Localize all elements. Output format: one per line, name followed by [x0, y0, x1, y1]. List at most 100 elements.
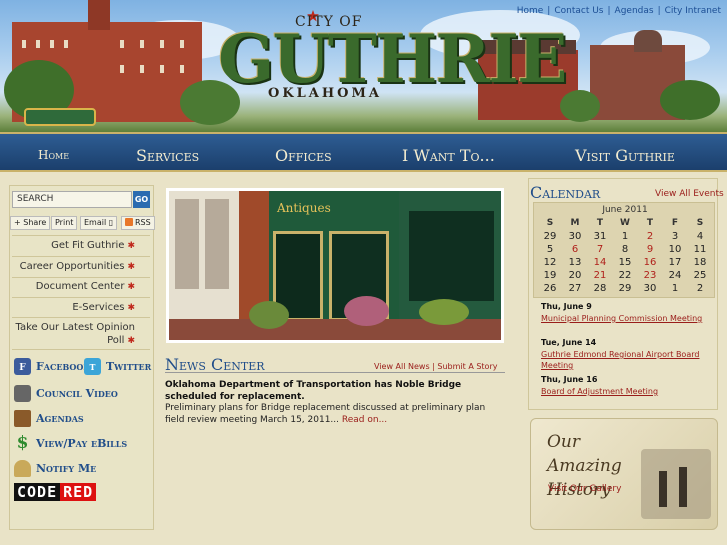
- calendar-day: 31: [593, 231, 607, 242]
- calendar-day: 30: [643, 283, 657, 294]
- calendar-event-day[interactable]: 7: [587, 244, 613, 255]
- calendar-day-header: M: [570, 218, 580, 228]
- calendar-day: 27: [568, 283, 582, 294]
- calendar-event-day[interactable]: 14: [587, 257, 613, 268]
- calendar-event-day[interactable]: 21: [587, 270, 613, 281]
- event-link[interactable]: Board of Adjustment Meeting: [541, 386, 706, 397]
- notify-me-link[interactable]: Notify Me: [14, 460, 96, 478]
- share-button[interactable]: + Share: [10, 216, 51, 230]
- event-date: Tue, June 14: [541, 338, 597, 347]
- calendar-day: 1: [621, 231, 629, 242]
- plus-icon: +: [14, 218, 24, 227]
- video-camera-icon: [14, 385, 31, 402]
- calendar-day: 15: [618, 257, 632, 268]
- calendar-day: 25: [693, 270, 707, 281]
- news-headline[interactable]: Oklahoma Department of Transportation ha…: [165, 379, 505, 403]
- star-icon: ✱: [127, 241, 135, 251]
- agendas-link[interactable]: Agendas: [615, 6, 654, 16]
- view-all-news-link[interactable]: View All News: [374, 362, 430, 371]
- main-nav: Home Services Offices I Want To... Visit…: [0, 132, 727, 172]
- news-links: View All News | Submit A Story: [374, 362, 498, 371]
- email-button[interactable]: Email ▯: [80, 216, 118, 230]
- news-body: Preliminary plans for Bridge replacement…: [165, 403, 486, 425]
- calendar-event-day[interactable]: 6: [562, 244, 588, 255]
- calendar-day: 4: [696, 231, 704, 242]
- submit-story-link[interactable]: Submit A Story: [437, 362, 497, 371]
- calendar-day: 12: [543, 257, 557, 268]
- facebook-icon: f: [14, 358, 31, 375]
- contact-us-link[interactable]: Contact Us: [554, 6, 603, 16]
- logo-state-text: OKLAHOMA: [268, 86, 382, 101]
- side-link-careers[interactable]: Career Opportunities ✱: [20, 261, 135, 272]
- side-link-document-center[interactable]: Document Center ✱: [36, 281, 135, 292]
- calendar-day: 17: [668, 257, 682, 268]
- codered-link[interactable]: CODE RED: [14, 483, 144, 501]
- nav-i-want-to[interactable]: I Want To...: [402, 146, 495, 165]
- rss-button[interactable]: RSS: [121, 216, 155, 230]
- event-date: Thu, June 16: [541, 375, 598, 384]
- calendar-day: 2: [696, 283, 704, 294]
- calendar-event-day[interactable]: 9: [637, 244, 663, 255]
- city-intranet-link[interactable]: City Intranet: [665, 6, 721, 16]
- calendar-day: 30: [568, 231, 582, 242]
- calendar-day: 11: [693, 244, 707, 255]
- facebook-link[interactable]: f Facebook: [14, 358, 90, 376]
- twitter-link[interactable]: t Twitter: [84, 358, 151, 376]
- utility-links: Home | Contact Us | Agendas | City Intranet: [516, 6, 721, 16]
- event-link[interactable]: Municipal Planning Commission Meeting: [541, 313, 706, 324]
- envelope-icon: ▯: [108, 218, 114, 227]
- twitter-icon: t: [84, 358, 101, 375]
- calendar-day: 3: [671, 231, 679, 242]
- calendar-event-day[interactable]: 2: [637, 231, 663, 242]
- side-link-e-services[interactable]: E-Services ✱: [72, 302, 135, 313]
- calendar-day: 13: [568, 257, 582, 268]
- calendar-day: 28: [593, 283, 607, 294]
- calendar-day: 8: [621, 244, 629, 255]
- view-pay-ebills-link[interactable]: $ View/Pay eBills: [14, 433, 128, 453]
- council-video-link[interactable]: Council Video: [14, 385, 118, 403]
- star-icon: ✱: [127, 262, 135, 272]
- home-link[interactable]: Home: [517, 6, 544, 16]
- search-go-button[interactable]: GO: [133, 191, 150, 208]
- calendar-day-header: S: [696, 218, 704, 228]
- print-button[interactable]: Print: [51, 216, 78, 230]
- calendar-day: 19: [543, 270, 557, 281]
- featured-photo: Antiques: [166, 188, 504, 343]
- calendar-heading: Calendar: [530, 183, 601, 202]
- star-icon: ✱: [127, 303, 135, 313]
- calendar-day: 26: [543, 283, 557, 294]
- calendar-month: June 2011: [602, 205, 648, 215]
- calendar-day: 24: [668, 270, 682, 281]
- calendar-day-header: F: [671, 218, 679, 228]
- agendas-quick-link[interactable]: Agendas: [14, 410, 84, 428]
- side-link-get-fit[interactable]: Get Fit Guthrie ✱: [51, 240, 135, 251]
- calendar-event-day[interactable]: 23: [637, 270, 663, 281]
- search-input[interactable]: SEARCH: [12, 191, 132, 208]
- calendar-day-header: S: [546, 218, 554, 228]
- calendar-day: 20: [568, 270, 582, 281]
- calendar-day: 29: [543, 231, 557, 242]
- read-on-link[interactable]: Read on...: [342, 415, 387, 425]
- nav-visit-guthrie[interactable]: Visit Guthrie: [575, 146, 675, 165]
- gavel-icon: [14, 410, 31, 427]
- nav-services[interactable]: Services: [136, 146, 199, 165]
- view-all-events-link[interactable]: View All Events: [655, 189, 724, 199]
- event-link[interactable]: Guthrie Edmond Regional Airport Board Me…: [541, 349, 706, 371]
- calendar-day-header: T: [646, 218, 654, 228]
- side-link-opinion-poll[interactable]: Take Our Latest Opinion Poll ✱: [16, 321, 136, 348]
- dollar-icon: $: [16, 433, 29, 453]
- calendar-grid: June 2011 S M T W T F S 29 30 31 1 2 3 4 5 6 7 8 9 10 11 12 13…: [533, 202, 715, 298]
- calendar-day: 5: [546, 244, 554, 255]
- visit-gallery-link[interactable]: Visit Our Gallery: [548, 484, 621, 494]
- antiques-sign: Antiques: [277, 201, 331, 215]
- nav-offices[interactable]: Offices: [275, 146, 332, 165]
- calendar-day: 22: [618, 270, 632, 281]
- calendar-event-day[interactable]: 16: [637, 257, 663, 268]
- calendar-day-header: W: [620, 218, 630, 228]
- nav-home[interactable]: Home: [38, 148, 69, 162]
- calendar-day: 18: [693, 257, 707, 268]
- event-date: Thu, June 9: [541, 302, 592, 311]
- calendar-day-header: T: [596, 218, 604, 228]
- calendar-day: 1: [671, 283, 679, 294]
- star-icon: ✱: [127, 336, 135, 346]
